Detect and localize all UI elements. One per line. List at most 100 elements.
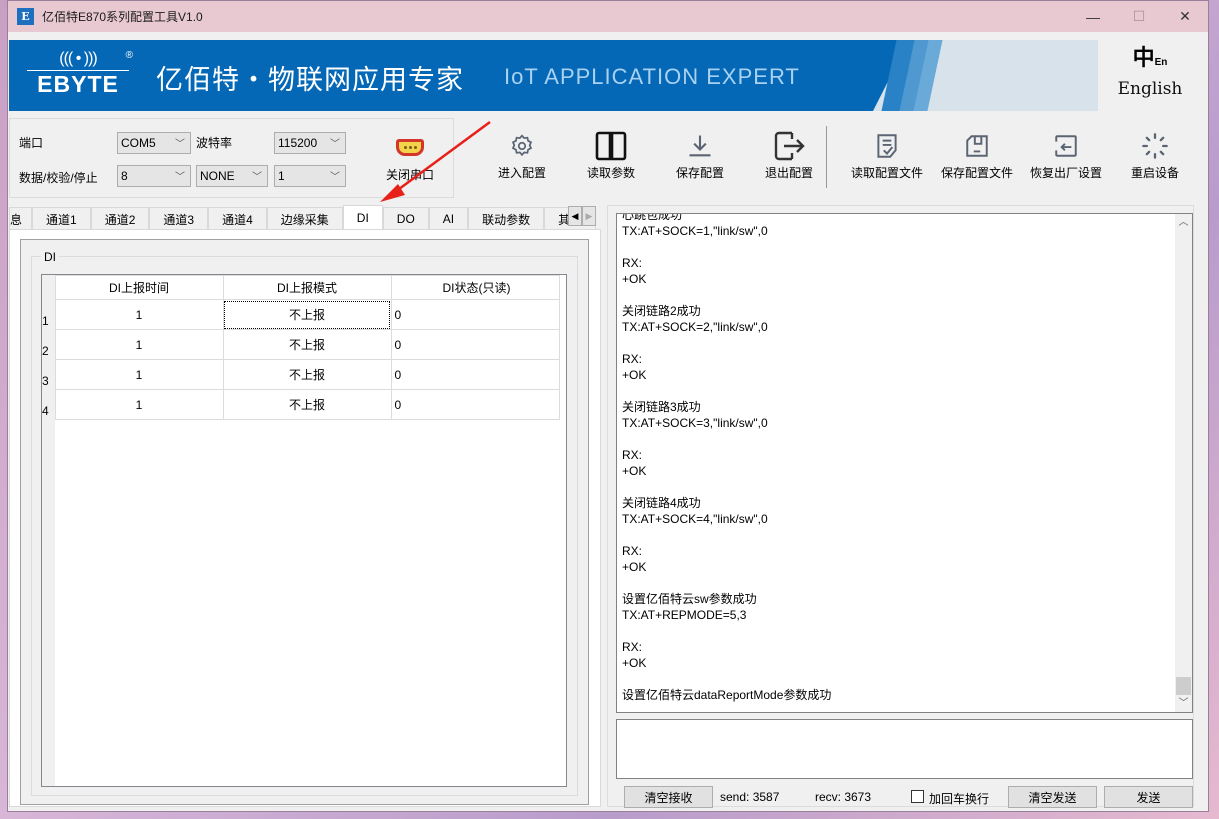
column-header-report-time[interactable]: DI上报时间 <box>54 275 224 300</box>
log-line: 关闭链路2成功 <box>622 304 701 318</box>
log-line: TX:AT+SOCK=3,"link/sw",0 <box>622 416 768 430</box>
app-icon: E <box>17 8 34 25</box>
gear-icon <box>480 128 564 164</box>
port-select[interactable]: COM5 ﹀ <box>117 132 191 154</box>
data-bits-select[interactable]: 8 ﹀ <box>117 165 191 187</box>
minimize-button[interactable]: — <box>1070 1 1116 32</box>
tab-channel-4[interactable]: 通道4 <box>208 207 267 230</box>
row-header[interactable]: 4 <box>42 389 55 420</box>
log-line: RX: <box>622 640 643 654</box>
di-group-box: DI DI上报时间 DI上报模式 DI状态(只读) 1 1 不上报 0 2 1 … <box>20 239 589 805</box>
tab-channel-3[interactable]: 通道3 <box>149 207 209 230</box>
tab-channel-1[interactable]: 通道1 <box>32 207 91 230</box>
scroll-thumb[interactable] <box>1176 677 1191 695</box>
read-config-file-button[interactable]: 读取配置文件 <box>845 128 929 190</box>
column-header-report-mode[interactable]: DI上报模式 <box>222 275 392 300</box>
slogan-chinese: 亿佰特・物联网应用专家 <box>156 65 464 95</box>
add-crlf-checkbox[interactable] <box>911 790 924 803</box>
log-line: RX: <box>622 352 643 366</box>
restart-device-button[interactable]: 重启设备 <box>1113 128 1197 190</box>
enter-config-button[interactable]: 进入配置 <box>480 128 564 190</box>
log-line: RX: <box>622 256 643 270</box>
row-header[interactable]: 1 <box>42 299 55 330</box>
di-table: DI上报时间 DI上报模式 DI状态(只读) 1 1 不上报 0 2 1 不上报… <box>41 274 567 787</box>
save-config-file-button[interactable]: 保存配置文件 <box>935 128 1019 190</box>
chevron-down-icon: ﹀ <box>252 172 262 183</box>
title-bar[interactable]: E 亿佰特E870系列配置工具V1.0 — ☐ ✕ <box>8 1 1208 32</box>
send-button[interactable]: 发送 <box>1104 786 1193 808</box>
restore-icon <box>1024 128 1108 164</box>
receive-log[interactable]: 心跳包成功 TX:AT+SOCK=1,"link/sw",0 RX: +OK 关闭链路2… <box>616 213 1193 713</box>
exit-config-button[interactable]: 退出配置 <box>747 128 831 190</box>
tab-linkage-params[interactable]: 联动参数 <box>468 207 545 230</box>
close-button[interactable]: ✕ <box>1162 1 1208 32</box>
exit-icon <box>747 128 831 164</box>
scroll-down-icon[interactable]: ﹀ <box>1175 695 1192 712</box>
report-mode-cell[interactable]: 不上报 <box>222 389 392 420</box>
report-time-cell[interactable]: 1 <box>54 389 224 420</box>
read-params-label: 读取参数 <box>586 166 635 180</box>
floppy-icon <box>935 128 1019 164</box>
report-mode-cell[interactable]: 不上报 <box>222 359 392 390</box>
read-params-button[interactable]: 读取参数 <box>569 128 653 190</box>
report-mode-cell[interactable]: 不上报 <box>222 299 392 330</box>
log-line: 心跳包成功 <box>622 213 683 222</box>
send-count: send: 3587 <box>720 790 780 804</box>
save-config-label: 保存配置 <box>675 166 724 180</box>
tab-di[interactable]: DI <box>342 205 383 230</box>
parity-select[interactable]: NONE ﹀ <box>196 165 268 187</box>
book-icon <box>569 128 653 164</box>
tab-edge-collection[interactable]: 边缘采集 <box>266 207 343 230</box>
window-title: 亿佰特E870系列配置工具V1.0 <box>42 10 203 24</box>
recv-count: recv: 3673 <box>815 790 872 804</box>
di-tab-panel: DI DI上报时间 DI上报模式 DI状态(只读) 1 1 不上报 0 2 1 … <box>9 229 601 807</box>
stop-bits-select[interactable]: 1 ﹀ <box>274 165 346 187</box>
exit-config-label: 退出配置 <box>764 166 813 180</box>
table-row: 1 1 不上报 0 <box>42 299 560 330</box>
factory-reset-button[interactable]: 恢复出厂设置 <box>1024 128 1108 190</box>
report-time-cell[interactable]: 1 <box>54 359 224 390</box>
brand-banner: ((( • ))) ® EBYTE 亿佰特・物联网应用专家 IoT APPLIC… <box>9 40 1098 111</box>
clear-send-button[interactable]: 清空发送 <box>1008 786 1097 808</box>
tab-scroll-left-icon[interactable]: ◀ <box>568 206 582 226</box>
slogan-english: IoT APPLICATION EXPERT <box>504 64 800 89</box>
wireless-icon: ((( • ))) <box>59 50 97 67</box>
row-header[interactable]: 2 <box>42 329 55 360</box>
log-text: 心跳包成功 TX:AT+SOCK=1,"link/sw",0 RX: +OK 关闭链路2… <box>622 213 1167 703</box>
save-config-button[interactable]: 保存配置 <box>658 128 742 190</box>
column-header-state[interactable]: DI状态(只读) <box>390 275 560 300</box>
close-port-button[interactable]: 关闭串口 <box>375 135 445 191</box>
maximize-button[interactable]: ☐ <box>1116 1 1162 32</box>
log-line: RX: <box>622 544 643 558</box>
tab-info[interactable]: 息 <box>9 207 33 230</box>
document-check-icon <box>845 128 929 164</box>
row-header[interactable]: 3 <box>42 359 55 390</box>
read-config-file-label: 读取配置文件 <box>850 166 923 180</box>
log-line: 设置亿佰特云dataReportMode参数成功 <box>622 688 832 702</box>
log-scrollbar[interactable]: ︿ ﹀ <box>1175 214 1192 712</box>
report-mode-cell[interactable]: 不上报 <box>222 329 392 360</box>
tab-channel-2[interactable]: 通道2 <box>90 207 150 230</box>
report-time-cell[interactable]: 1 <box>54 299 224 330</box>
table-row: 2 1 不上报 0 <box>42 329 560 360</box>
tab-scroll-right-icon[interactable]: ▶ <box>582 206 596 226</box>
tab-ai[interactable]: AI <box>428 207 469 230</box>
report-time-cell[interactable]: 1 <box>54 329 224 360</box>
tab-do[interactable]: DO <box>382 207 429 230</box>
baud-select[interactable]: 115200 ﹀ <box>274 132 346 154</box>
log-line: +OK <box>622 560 647 574</box>
clear-receive-button[interactable]: 清空接收 <box>624 786 713 808</box>
scroll-up-icon[interactable]: ︿ <box>1175 214 1192 231</box>
serial-port-icon <box>396 139 424 156</box>
restart-device-label: 重启设备 <box>1130 166 1179 180</box>
send-input[interactable] <box>616 719 1193 779</box>
language-toggle-button[interactable]: 中En English <box>1110 42 1190 108</box>
